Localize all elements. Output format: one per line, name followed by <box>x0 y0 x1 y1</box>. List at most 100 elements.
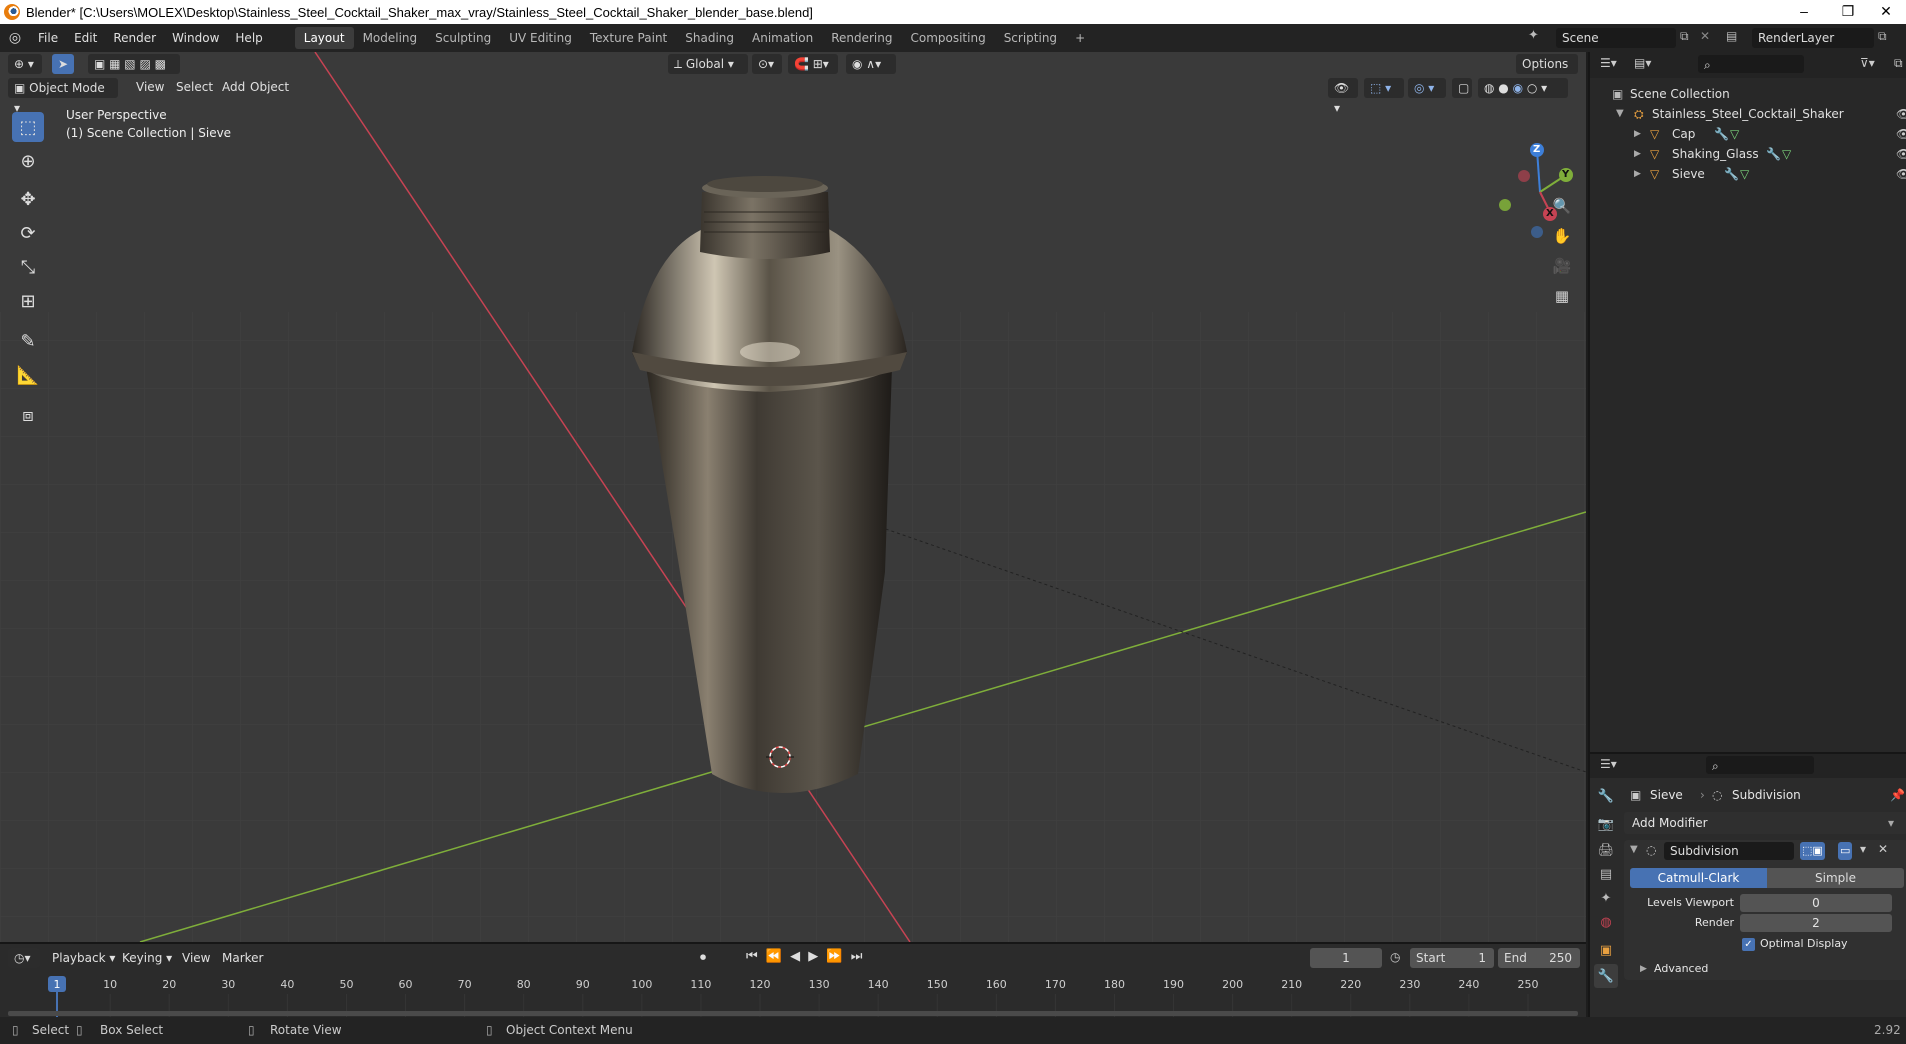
select-box-tool-icon[interactable]: ⬚ <box>12 112 44 142</box>
timeline-ruler[interactable]: 1 10 20 30 40 50 60 70 80 90 100 110 120 130 140 150 160… <box>0 974 1586 1017</box>
modifier-menu-chevron-icon[interactable]: ▾ <box>1860 842 1866 856</box>
new-collection-icon[interactable]: ⧉ <box>1894 56 1903 71</box>
expand-arrow-icon[interactable]: ▶ <box>1634 124 1641 144</box>
outliner-row-shaking-glass[interactable]: ▶ ▽ Shaking_Glass 🔧 ▽ 👁 <box>1590 144 1906 164</box>
viewport-menu-object[interactable]: Object <box>242 80 297 94</box>
world-tab-icon[interactable]: ◍ <box>1594 910 1618 934</box>
rotate-tool-icon[interactable]: ⟳ <box>12 218 44 248</box>
timeline-scrollbar[interactable] <box>8 1011 1578 1016</box>
visibility-dropdown[interactable]: 👁▾ <box>1328 78 1358 115</box>
expand-arrow-icon[interactable]: ▼ <box>1616 104 1624 124</box>
restore-button[interactable]: ❐ <box>1828 0 1868 24</box>
transform-orientation-dropdown[interactable]: ⟂ Global ▾ <box>668 54 748 74</box>
optimal-display-checkbox[interactable]: ✓ <box>1742 938 1755 951</box>
render-layer-field[interactable]: RenderLayer <box>1752 28 1874 48</box>
output-tab-icon[interactable]: 🖨 <box>1594 838 1618 862</box>
visibility-eye-icon[interactable]: 👁 <box>1896 164 1906 184</box>
levels-viewport-field[interactable]: 0 <box>1740 894 1892 912</box>
camera-view-icon[interactable]: 🎥 <box>1548 252 1576 280</box>
measure-tool-icon[interactable]: 📐 <box>12 360 44 390</box>
select-mode-icon[interactable]: ➤ <box>52 54 74 74</box>
blender-menu-icon[interactable]: ◎ <box>0 30 30 46</box>
expand-arrow-icon[interactable]: ▶ <box>1634 164 1641 184</box>
scene-tab-icon[interactable]: ✦ <box>1594 886 1618 910</box>
minimize-button[interactable]: – <box>1784 0 1824 24</box>
simple-button[interactable]: Simple <box>1767 868 1904 888</box>
outliner-search-input[interactable]: ⌕ <box>1698 55 1804 73</box>
pan-hand-icon[interactable]: ✋ <box>1548 222 1576 250</box>
tab-texture-paint[interactable]: Texture Paint <box>581 27 676 49</box>
pivot-point-dropdown[interactable]: ⊙▾ <box>752 54 782 74</box>
timeline-menu-keying[interactable]: Keying ▾ <box>114 951 180 965</box>
menu-file[interactable]: File <box>30 31 66 45</box>
zoom-icon[interactable]: 🔍 <box>1548 192 1576 220</box>
viewport-menu-view[interactable]: View <box>128 80 172 94</box>
outliner-row-collection[interactable]: ▼ ⛭ Stainless_Steel_Cocktail_Shaker 👁 <box>1590 104 1906 124</box>
timeline-editor-type-icon[interactable]: ◷▾ <box>8 948 40 968</box>
scale-tool-icon[interactable]: ⤡ <box>12 252 44 282</box>
annotate-tool-icon[interactable]: ✎ <box>12 326 44 356</box>
ortho-grid-icon[interactable]: ▦ <box>1548 282 1576 310</box>
render-tab-icon[interactable]: 📷 <box>1594 812 1618 836</box>
modifier-tab-icon[interactable]: 🔧 <box>1594 964 1618 988</box>
add-modifier-button[interactable]: Add Modifier ▾ <box>1624 812 1906 834</box>
realtime-toggle[interactable]: ▭ <box>1838 842 1853 860</box>
tab-rendering[interactable]: Rendering <box>822 27 901 49</box>
move-tool-icon[interactable]: ✥ <box>12 184 44 214</box>
remove-modifier-icon[interactable]: ✕ <box>1878 842 1888 856</box>
close-window-button[interactable]: ✕ <box>1866 0 1906 24</box>
tab-sculpting[interactable]: Sculpting <box>426 27 500 49</box>
new-scene-icon[interactable]: ⧉ <box>1680 29 1689 44</box>
display-mode-icon[interactable]: ▤▾ <box>1634 56 1651 70</box>
filter-icon[interactable]: ⊽▾ <box>1860 56 1875 70</box>
end-frame-field[interactable]: End 250 <box>1498 948 1580 968</box>
timeline-menu-playback[interactable]: Playback ▾ <box>44 951 123 965</box>
tab-layout[interactable]: Layout <box>294 27 354 49</box>
pin-icon[interactable]: 📌 <box>1890 788 1905 802</box>
object-tab-icon[interactable]: ▣ <box>1594 938 1618 962</box>
add-workspace-button[interactable]: + <box>1066 27 1094 49</box>
scene-icon[interactable]: ✦ <box>1528 28 1539 43</box>
menu-window[interactable]: Window <box>164 31 227 45</box>
shading-mode-buttons[interactable]: ◍ ● ◉ ○ ▾ <box>1478 78 1568 98</box>
object-mode-dropdown[interactable]: ▣ Object Mode ▾ <box>8 78 118 115</box>
editor-type-button[interactable]: ⊕ ▾ <box>8 54 42 74</box>
properties-editor-type-icon[interactable]: ☰▾ <box>1600 757 1617 771</box>
tab-animation[interactable]: Animation <box>743 27 822 49</box>
options-dropdown[interactable]: Options ▾ <box>1516 54 1578 91</box>
advanced-expand-icon[interactable]: ▶ <box>1640 964 1647 974</box>
outliner-row-cap[interactable]: ▶ ▽ Cap 🔧 ▽ 👁 <box>1590 124 1906 144</box>
modifier-name-input[interactable]: Subdivision <box>1664 842 1794 860</box>
playback-controls[interactable]: ⏮ ⏪ ◀ ▶ ⏩ ⏭ <box>746 949 864 964</box>
preview-range-icon[interactable]: ◷ <box>1390 950 1400 964</box>
xray-toggle[interactable]: ▢ <box>1452 78 1472 98</box>
outliner-row-sieve[interactable]: ▶ ▽ Sieve 🔧 ▽ 👁 <box>1590 164 1906 184</box>
render-levels-field[interactable]: 2 <box>1740 914 1892 932</box>
menu-help[interactable]: Help <box>227 31 270 45</box>
menu-render[interactable]: Render <box>105 31 164 45</box>
visibility-eye-icon[interactable]: 👁 <box>1896 104 1906 124</box>
properties-search-input[interactable]: ⌕ <box>1706 756 1814 774</box>
transform-tool-icon[interactable]: ⊞ <box>12 286 44 316</box>
selection-mode-buttons[interactable]: ▣ ▦ ▧ ▨ ▩ <box>88 54 180 74</box>
tab-shading[interactable]: Shading <box>676 27 743 49</box>
proportional-edit-toggle[interactable]: ◉ ∧▾ <box>846 54 896 74</box>
edit-mode-toggle[interactable]: ⬚▣ <box>1800 842 1825 860</box>
tab-scripting[interactable]: Scripting <box>995 27 1066 49</box>
expand-arrow-icon[interactable]: ▶ <box>1634 144 1641 164</box>
outliner-editor-type-icon[interactable]: ☰▾ <box>1600 56 1617 70</box>
outliner-row-scene-collection[interactable]: ▣ Scene Collection <box>1590 84 1906 104</box>
gizmo-toggle[interactable]: ⬚ ▾ <box>1364 78 1404 98</box>
add-cube-tool-icon[interactable]: ⧈ <box>12 400 44 430</box>
timeline-menu-view[interactable]: View <box>174 951 218 965</box>
3d-viewport[interactable]: Z Y X ⊕ ▾ ➤ ▣ ▦ ▧ ▨ ▩ ⟂ Global ▾ ⊙▾ 🧲 ⊞▾… <box>0 52 1586 942</box>
visibility-eye-icon[interactable]: 👁 <box>1896 144 1906 164</box>
scene-name-field[interactable]: Scene <box>1556 28 1676 48</box>
menu-edit[interactable]: Edit <box>66 31 105 45</box>
catmull-clark-button[interactable]: Catmull-Clark <box>1630 868 1767 888</box>
tab-uv-editing[interactable]: UV Editing <box>500 27 581 49</box>
current-frame-field[interactable]: 1 <box>1310 948 1382 968</box>
remove-scene-icon[interactable]: ✕ <box>1700 29 1710 43</box>
view-layer-icon[interactable]: ▤ <box>1726 29 1737 43</box>
timeline-menu-marker[interactable]: Marker <box>214 951 271 965</box>
